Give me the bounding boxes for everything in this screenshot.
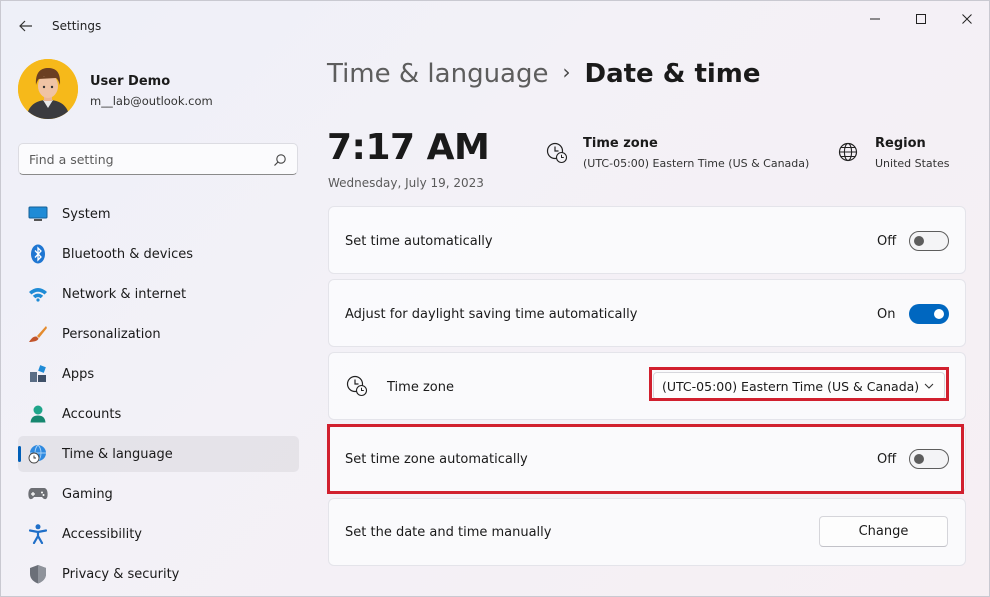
sidebar-item-label: Gaming [62, 487, 113, 502]
sidebar-item-label: Bluetooth & devices [62, 247, 193, 262]
setting-label: Set the date and time manually [345, 525, 552, 540]
toggle-knob [914, 236, 924, 246]
arrow-left-icon [19, 20, 32, 32]
wifi-icon [28, 285, 48, 303]
highlight-box-dropdown [649, 367, 949, 401]
search-input[interactable] [29, 149, 269, 169]
sidebar-nav: System Bluetooth & devices Network & int… [18, 196, 299, 596]
toggle-state-text: Off [877, 234, 897, 249]
settings-window: Settings User Demo m__lab@outlook.com Fi… [0, 0, 990, 597]
globe-icon [838, 142, 858, 162]
sidebar-item-label: Network & internet [62, 287, 187, 302]
shield-icon [28, 565, 48, 584]
sidebar-item-time-language[interactable]: Time & language [18, 436, 299, 472]
maximize-icon [916, 14, 926, 24]
highlight-box-auto-timezone [327, 424, 964, 494]
sidebar-item-accessibility[interactable]: Accessibility [18, 516, 299, 552]
current-time: 7:17 AM [327, 127, 490, 168]
user-avatar-icon [18, 59, 78, 119]
globe-clock-icon [28, 444, 48, 464]
monitor-icon [28, 205, 48, 223]
close-icon [962, 14, 972, 24]
breadcrumb-parent[interactable]: Time & language [327, 59, 548, 89]
minimize-button[interactable] [852, 5, 898, 33]
sidebar-item-label: Personalization [62, 327, 161, 342]
setting-label: Time zone [387, 380, 454, 395]
timezone-title: Time zone [583, 136, 658, 151]
breadcrumb-separator: › [562, 60, 571, 84]
timezone-icon [346, 375, 368, 397]
setting-daylight-saving: Adjust for daylight saving time automati… [328, 279, 966, 347]
page-title: Date & time [584, 59, 761, 89]
apps-icon [28, 365, 48, 383]
sidebar-item-label: Accounts [62, 407, 122, 422]
timezone-icon [546, 142, 568, 164]
sidebar-item-bluetooth[interactable]: Bluetooth & devices [18, 236, 299, 272]
setting-label: Set time automatically [345, 234, 493, 249]
timezone-value: (UTC-05:00) Eastern Time (US & Canada) [583, 157, 810, 170]
selection-indicator [18, 446, 21, 462]
sidebar-item-label: Apps [62, 367, 95, 382]
toggle-knob [934, 309, 944, 319]
user-name: User Demo [90, 74, 171, 89]
search-icon[interactable] [273, 153, 287, 167]
region-value: United States [875, 157, 950, 170]
region-title: Region [875, 136, 926, 151]
sidebar-item-apps[interactable]: Apps [18, 356, 299, 392]
gamepad-icon [28, 485, 48, 503]
sidebar-item-label: Privacy & security [62, 567, 180, 582]
change-button[interactable]: Change [819, 516, 948, 547]
sidebar-item-personalization[interactable]: Personalization [18, 316, 299, 352]
person-icon [28, 405, 48, 423]
minimize-icon [870, 18, 880, 20]
back-button[interactable] [13, 13, 39, 39]
sidebar-item-privacy[interactable]: Privacy & security [18, 556, 299, 592]
current-date: Wednesday, July 19, 2023 [328, 176, 484, 190]
user-email: m__lab@outlook.com [90, 94, 213, 108]
title-bar: Settings [1, 1, 989, 51]
sidebar-item-accounts[interactable]: Accounts [18, 396, 299, 432]
sidebar-item-gaming[interactable]: Gaming [18, 476, 299, 512]
setting-set-time-automatically: Set time automatically Off [328, 206, 966, 274]
daylight-saving-toggle[interactable] [909, 304, 949, 324]
sidebar-item-label: Time & language [62, 447, 173, 462]
sidebar-item-system[interactable]: System [18, 196, 299, 232]
accessibility-icon [28, 524, 48, 544]
toggle-state-text: On [877, 307, 896, 322]
set-time-automatically-toggle[interactable] [909, 231, 949, 251]
bluetooth-icon [28, 244, 48, 264]
search-box[interactable] [18, 143, 298, 175]
close-button[interactable] [944, 5, 989, 33]
avatar[interactable] [18, 59, 78, 119]
sidebar-item-network[interactable]: Network & internet [18, 276, 299, 312]
sidebar-item-label: System [62, 207, 111, 222]
maximize-button[interactable] [898, 5, 944, 33]
sidebar-item-label: Accessibility [62, 527, 142, 542]
breadcrumb: Time & language › Date & time [327, 59, 761, 89]
setting-label: Adjust for daylight saving time automati… [345, 307, 638, 322]
brush-icon [28, 325, 48, 343]
app-title: Settings [52, 19, 102, 33]
